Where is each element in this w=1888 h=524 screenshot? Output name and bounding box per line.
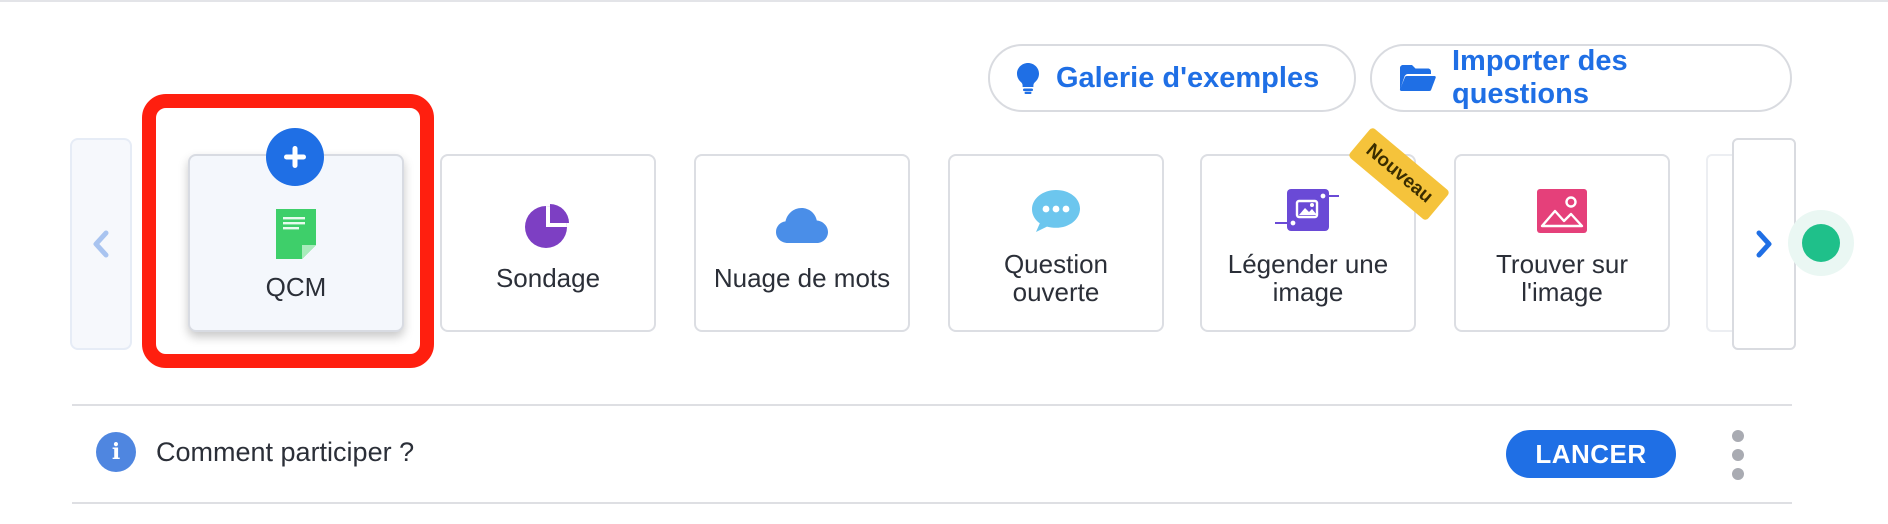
- question-type-nuage-de-mots[interactable]: Nuage de mots: [694, 154, 910, 332]
- plus-icon: [284, 146, 306, 168]
- import-questions-button[interactable]: Importer des questions: [1370, 44, 1792, 112]
- kebab-dot: [1732, 449, 1744, 461]
- more-options-icon[interactable]: [1726, 430, 1750, 480]
- pie-chart-icon: [525, 204, 569, 248]
- lightbulb-icon: [1017, 63, 1039, 94]
- kebab-dot: [1732, 430, 1744, 442]
- question-type-label: Trouver sur l'image: [1496, 249, 1628, 307]
- question-type-label: Nuage de mots: [713, 263, 891, 293]
- gallery-button[interactable]: Galerie d'exemples: [988, 44, 1356, 112]
- folder-open-icon: [1399, 65, 1436, 91]
- gallery-button-label: Galerie d'exemples: [1056, 61, 1320, 94]
- speech-bubble-icon: [1032, 190, 1080, 232]
- question-type-label: Sondage: [495, 263, 601, 293]
- import-questions-label: Importer des questions: [1452, 45, 1628, 110]
- question-type-label: Question ouverte: [1003, 249, 1109, 307]
- top-divider: [0, 0, 1888, 2]
- question-type-question-ouverte[interactable]: Question ouverte: [948, 154, 1164, 332]
- participation-info-text: Comment participer ?: [156, 436, 415, 467]
- participation-info[interactable]: i Comment participer ?: [96, 432, 414, 472]
- image-label-icon: [1275, 189, 1339, 231]
- carousel-prev-button[interactable]: [70, 138, 132, 350]
- status-indicator: [1788, 210, 1854, 276]
- divider: [72, 502, 1792, 504]
- chevron-left-icon: [93, 230, 109, 258]
- cloud-icon: [776, 208, 828, 243]
- online-status-dot: [1802, 224, 1840, 262]
- chevron-right-icon: [1756, 230, 1772, 258]
- kebab-dot: [1732, 468, 1744, 480]
- launch-button[interactable]: LANCER: [1506, 430, 1676, 478]
- question-type-trouver-sur-image[interactable]: Trouver sur l'image: [1454, 154, 1670, 332]
- question-type-sondage[interactable]: Sondage: [440, 154, 656, 332]
- info-icon: i: [96, 432, 136, 472]
- image-icon: [1537, 189, 1587, 233]
- question-type-label: Légender une image: [1227, 249, 1389, 307]
- carousel-next-button[interactable]: [1732, 138, 1796, 350]
- divider: [72, 404, 1792, 406]
- add-qcm-button[interactable]: [266, 128, 324, 186]
